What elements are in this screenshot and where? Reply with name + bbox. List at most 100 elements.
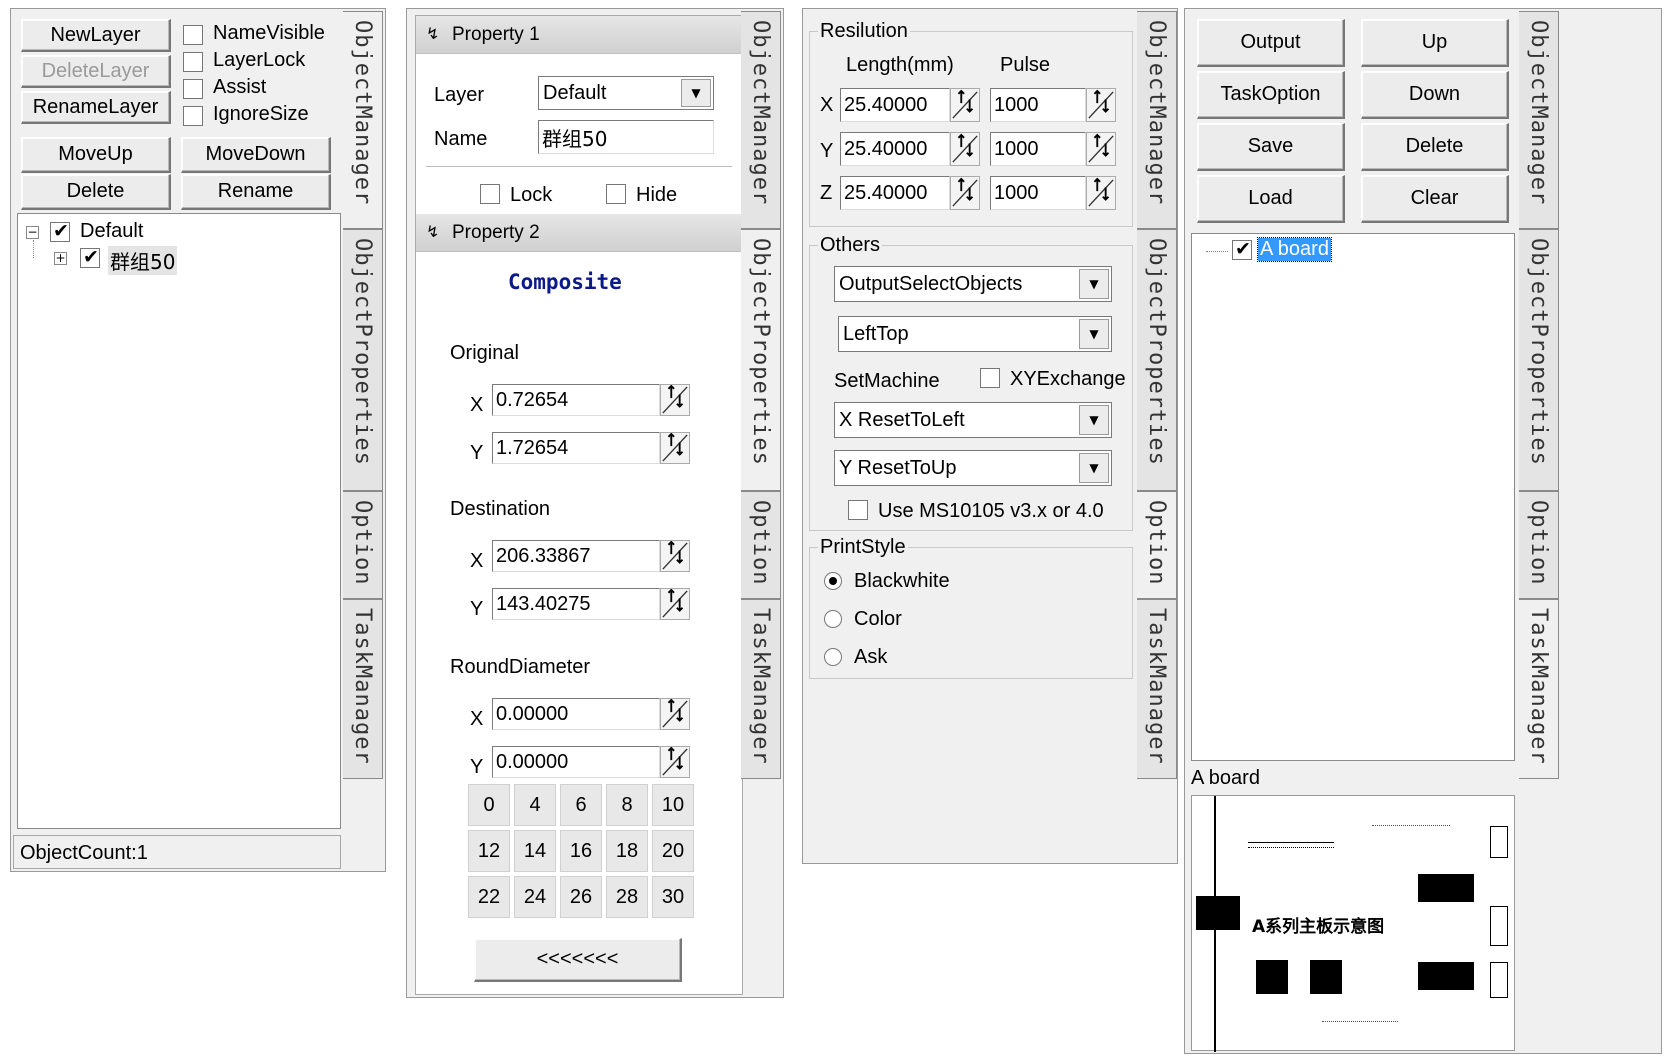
pulse-z-spinner[interactable]	[1086, 176, 1116, 210]
print-style-ask-radio[interactable]	[824, 648, 842, 666]
property-2-header[interactable]: ↯ Property 2	[416, 214, 742, 252]
tab-option[interactable]: Option	[1137, 491, 1177, 599]
tab-task-manager[interactable]: TaskManager	[343, 599, 383, 779]
delete-button[interactable]: Delete	[21, 174, 171, 210]
task-option-button[interactable]: TaskOption	[1197, 71, 1345, 119]
clear-button[interactable]: Clear	[1361, 175, 1509, 223]
diameter-cell[interactable]: 6	[560, 784, 602, 826]
rename-button[interactable]: Rename	[181, 174, 331, 210]
pulse-x-field[interactable]: 1000	[990, 88, 1086, 122]
property-1-header[interactable]: ↯ Property 1	[416, 16, 742, 54]
round-y-field[interactable]: 0.00000	[492, 746, 660, 778]
xy-exchange-checkbox[interactable]	[980, 368, 1000, 388]
original-x-spinner[interactable]	[660, 384, 690, 416]
tab-object-manager[interactable]: ObjectManager	[741, 11, 781, 229]
layer-tree[interactable]: − Default + 群组50	[17, 213, 341, 829]
name-visible-checkbox[interactable]	[183, 25, 203, 45]
diameter-cell[interactable]: 22	[468, 876, 510, 918]
original-y-spinner[interactable]	[660, 432, 690, 464]
tab-object-properties[interactable]: ObjectProperties	[741, 229, 781, 491]
ms10105-checkbox[interactable]	[848, 500, 868, 520]
task-list[interactable]: A board	[1191, 233, 1515, 761]
delete-task-button[interactable]: Delete	[1361, 123, 1509, 171]
destination-y-spinner[interactable]	[660, 588, 690, 620]
tab-task-manager[interactable]: TaskManager	[741, 599, 781, 779]
move-down-button[interactable]: MoveDown	[181, 137, 331, 173]
tab-task-manager[interactable]: TaskManager	[1137, 599, 1177, 779]
tab-task-manager[interactable]: TaskManager	[1519, 599, 1559, 779]
tree-child-label[interactable]: 群组50	[108, 246, 178, 275]
diameter-cell[interactable]: 28	[606, 876, 648, 918]
task-checkbox[interactable]	[1232, 238, 1252, 260]
tab-option[interactable]: Option	[343, 491, 383, 599]
down-button[interactable]: Down	[1361, 71, 1509, 119]
diameter-cell[interactable]: 4	[514, 784, 556, 826]
destination-x-field[interactable]: 206.33867	[492, 540, 660, 572]
diameter-cell[interactable]: 0	[468, 784, 510, 826]
tab-object-properties[interactable]: ObjectProperties	[343, 229, 383, 491]
layer-select[interactable]: Default ▼	[538, 76, 714, 110]
tree-root-checkbox[interactable]	[50, 220, 70, 242]
task-item-label[interactable]: A board	[1257, 237, 1332, 262]
print-style-blackwhite-radio[interactable]	[824, 572, 842, 590]
pulse-x-spinner[interactable]	[1086, 88, 1116, 122]
pulse-z-field[interactable]: 1000	[990, 176, 1086, 210]
length-z-spinner[interactable]	[950, 176, 980, 210]
ignore-size-checkbox[interactable]	[183, 106, 203, 126]
destination-y-field[interactable]: 143.40275	[492, 588, 660, 620]
print-style-color-radio[interactable]	[824, 610, 842, 628]
diameter-cell[interactable]: 12	[468, 830, 510, 872]
tab-option[interactable]: Option	[1519, 491, 1559, 599]
diameter-cell[interactable]: 26	[560, 876, 602, 918]
diameter-cell[interactable]: 16	[560, 830, 602, 872]
save-button[interactable]: Save	[1197, 123, 1345, 171]
origin-select[interactable]: LeftTop ▼	[838, 316, 1112, 352]
delete-layer-button[interactable]: DeleteLayer	[21, 55, 171, 88]
output-select[interactable]: OutputSelectObjects ▼	[834, 266, 1112, 302]
round-y-spinner[interactable]	[660, 746, 690, 778]
output-button[interactable]: Output	[1197, 19, 1345, 67]
length-x-field[interactable]: 25.40000	[840, 88, 950, 122]
collapse-button[interactable]: <<<<<<<	[474, 938, 682, 982]
lock-checkbox[interactable]	[480, 184, 500, 204]
tree-child-checkbox[interactable]	[80, 246, 100, 268]
round-x-spinner[interactable]	[660, 698, 690, 730]
length-x-spinner[interactable]	[950, 88, 980, 122]
assist-checkbox[interactable]	[183, 79, 203, 99]
new-layer-button[interactable]: NewLayer	[21, 19, 171, 52]
tab-option[interactable]: Option	[741, 491, 781, 599]
destination-x-spinner[interactable]	[660, 540, 690, 572]
tree-root-label[interactable]: Default	[80, 220, 143, 243]
tree-root-expander[interactable]: −	[26, 226, 39, 239]
rename-layer-button[interactable]: RenameLayer	[21, 91, 171, 124]
tab-object-properties[interactable]: ObjectProperties	[1137, 229, 1177, 491]
hide-checkbox[interactable]	[606, 184, 626, 204]
pulse-y-spinner[interactable]	[1086, 132, 1116, 166]
round-x-field[interactable]: 0.00000	[492, 698, 660, 730]
diameter-cell[interactable]: 18	[606, 830, 648, 872]
length-y-spinner[interactable]	[950, 132, 980, 166]
original-y-field[interactable]: 1.72654	[492, 432, 660, 464]
tree-child-expander[interactable]: +	[54, 252, 67, 265]
tab-object-manager[interactable]: ObjectManager	[1137, 11, 1177, 229]
diameter-cell[interactable]: 14	[514, 830, 556, 872]
length-z-field[interactable]: 25.40000	[840, 176, 950, 210]
load-button[interactable]: Load	[1197, 175, 1345, 223]
diameter-cell[interactable]: 30	[652, 876, 694, 918]
diameter-cell[interactable]: 24	[514, 876, 556, 918]
move-up-button[interactable]: MoveUp	[21, 137, 171, 173]
length-y-field[interactable]: 25.40000	[840, 132, 950, 166]
diameter-cell[interactable]: 10	[652, 784, 694, 826]
layer-lock-checkbox[interactable]	[183, 52, 203, 72]
tab-object-manager[interactable]: ObjectManager	[1519, 11, 1559, 229]
y-reset-select[interactable]: Y ResetToUp ▼	[834, 450, 1112, 486]
tab-object-properties[interactable]: ObjectProperties	[1519, 229, 1559, 491]
original-x-field[interactable]: 0.72654	[492, 384, 660, 416]
pulse-y-field[interactable]: 1000	[990, 132, 1086, 166]
name-field[interactable]: 群组50	[538, 120, 714, 154]
diameter-cell[interactable]: 20	[652, 830, 694, 872]
tab-object-manager[interactable]: ObjectManager	[343, 11, 383, 229]
diameter-cell[interactable]: 8	[606, 784, 648, 826]
up-button[interactable]: Up	[1361, 19, 1509, 67]
x-reset-select[interactable]: X ResetToLeft ▼	[834, 402, 1112, 438]
